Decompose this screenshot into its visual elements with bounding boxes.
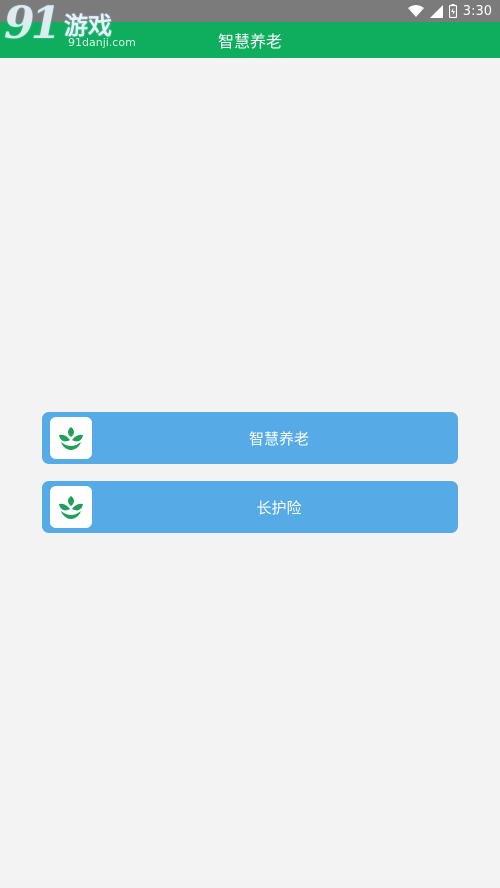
smart-elderly-care-button[interactable]: 智慧养老 — [42, 412, 458, 464]
green-leaf-logo-icon — [50, 417, 92, 459]
status-time: 3:30 — [462, 3, 492, 19]
wifi-icon — [407, 5, 424, 17]
page-title: 智慧养老 — [217, 32, 282, 51]
menu-item-label: 长护险 — [256, 498, 302, 517]
long-term-care-insurance-button[interactable]: 长护险 — [42, 481, 458, 533]
signal-icon — [429, 4, 443, 18]
watermark-logo: 91 游戏 91danji.com — [2, 0, 137, 54]
battery-icon — [448, 4, 457, 18]
watermark-url: 91danji.com — [68, 36, 136, 49]
app-screen: 3:30 智慧养老 91 游戏 91danji.com 智慧养老 长护险 — [0, 0, 500, 888]
status-icons: 3:30 — [407, 2, 492, 20]
green-leaf-logo-icon — [50, 486, 92, 528]
menu-item-label: 智慧养老 — [248, 429, 309, 448]
menu-list: 智慧养老 长护险 — [42, 412, 458, 550]
watermark-number: 91 — [4, 0, 61, 49]
